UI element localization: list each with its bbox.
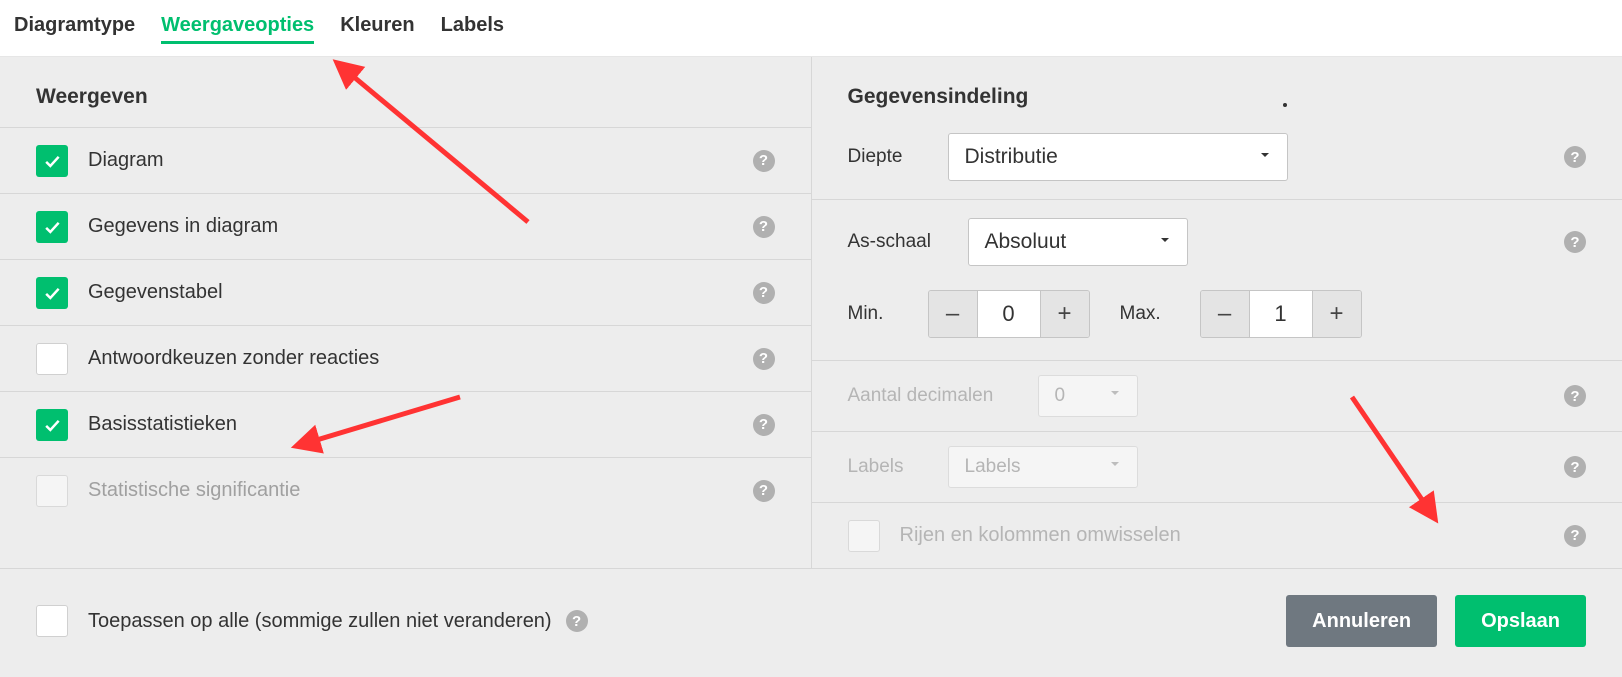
select-decimals: 0 — [1038, 375, 1138, 417]
cancel-button[interactable]: Annuleren — [1286, 595, 1437, 647]
row-axis-scale: As-schaal Absoluut ? Min. – 0 + Max. – 1 — [812, 199, 1622, 360]
select-decimals-value: 0 — [1055, 385, 1066, 407]
select-labels-value: Labels — [965, 456, 1021, 478]
label-answer-choices: Antwoordkeuzen zonder reacties — [88, 347, 379, 370]
label-labels: Labels — [848, 456, 948, 478]
tab-bar: Diagramtype Weergaveopties Kleuren Label… — [0, 0, 1622, 57]
min-decrement[interactable]: – — [929, 291, 977, 337]
help-icon[interactable]: ? — [753, 216, 775, 238]
dot-icon — [1283, 103, 1287, 107]
min-value[interactable]: 0 — [977, 291, 1041, 337]
min-increment[interactable]: + — [1041, 291, 1089, 337]
label-decimals: Aantal decimalen — [848, 385, 1038, 407]
select-axis-scale[interactable]: Absoluut — [968, 218, 1188, 266]
checkbox-data-table[interactable] — [36, 277, 68, 309]
chevron-down-icon — [1257, 145, 1273, 169]
checkbox-diagram[interactable] — [36, 145, 68, 177]
row-answer-choices: Antwoordkeuzen zonder reacties ? — [0, 325, 811, 391]
stepper-min: – 0 + — [928, 290, 1090, 338]
label-axis-scale: As-schaal — [848, 231, 968, 253]
tab-weergaveopties[interactable]: Weergaveopties — [161, 14, 314, 44]
tab-diagramtype[interactable]: Diagramtype — [14, 14, 135, 44]
help-icon[interactable]: ? — [753, 150, 775, 172]
checkbox-answer-choices[interactable] — [36, 343, 68, 375]
help-icon[interactable]: ? — [1564, 146, 1586, 168]
tab-labels[interactable]: Labels — [441, 14, 504, 44]
row-diagram: Diagram ? — [0, 127, 811, 193]
right-header: Gegevensindeling — [812, 57, 1622, 127]
help-icon[interactable]: ? — [753, 282, 775, 304]
help-icon[interactable]: ? — [753, 348, 775, 370]
row-labels-select: Labels Labels ? — [812, 431, 1622, 502]
checkbox-basic-stats[interactable] — [36, 409, 68, 441]
left-header: Weergeven — [0, 57, 811, 127]
label-diagram: Diagram — [88, 149, 164, 172]
row-data-table: Gegevenstabel ? — [0, 259, 811, 325]
checkbox-apply-all[interactable] — [36, 605, 68, 637]
select-labels: Labels — [948, 446, 1138, 488]
max-decrement[interactable]: – — [1201, 291, 1249, 337]
row-depth: Diepte Distributie ? — [812, 127, 1622, 199]
help-icon[interactable]: ? — [1564, 525, 1586, 547]
save-button[interactable]: Opslaan — [1455, 595, 1586, 647]
label-depth: Diepte — [848, 146, 948, 168]
checkbox-stat-significance — [36, 475, 68, 507]
checkbox-data-in-diagram[interactable] — [36, 211, 68, 243]
help-icon[interactable]: ? — [1564, 456, 1586, 478]
row-data-in-diagram: Gegevens in diagram ? — [0, 193, 811, 259]
label-swap: Rijen en kolommen omwisselen — [900, 524, 1181, 547]
right-panel: Gegevensindeling Diepte Distributie ? As… — [812, 57, 1622, 568]
help-icon[interactable]: ? — [566, 610, 588, 632]
select-axis-scale-value: Absoluut — [985, 230, 1067, 254]
chevron-down-icon — [1107, 456, 1123, 478]
stepper-max: – 1 + — [1200, 290, 1362, 338]
chevron-down-icon — [1107, 385, 1123, 407]
row-stat-significance: Statistische significantie ? — [0, 457, 811, 523]
max-increment[interactable]: + — [1313, 291, 1361, 337]
row-swap: Rijen en kolommen omwisselen ? — [812, 502, 1622, 568]
label-data-in-diagram: Gegevens in diagram — [88, 215, 278, 238]
label-apply-all: Toepassen op alle (sommige zullen niet v… — [88, 610, 552, 633]
label-data-table: Gegevenstabel — [88, 281, 223, 304]
select-depth[interactable]: Distributie — [948, 133, 1288, 181]
help-icon[interactable]: ? — [1564, 385, 1586, 407]
help-icon[interactable]: ? — [1564, 231, 1586, 253]
help-icon[interactable]: ? — [753, 414, 775, 436]
row-basic-stats: Basisstatistieken ? — [0, 391, 811, 457]
tab-kleuren[interactable]: Kleuren — [340, 14, 414, 44]
label-stat-significance: Statistische significantie — [88, 479, 300, 502]
footer: Toepassen op alle (sommige zullen niet v… — [0, 568, 1622, 677]
max-value[interactable]: 1 — [1249, 291, 1313, 337]
select-depth-value: Distributie — [965, 145, 1058, 169]
help-icon[interactable]: ? — [753, 480, 775, 502]
left-panel: Weergeven Diagram ? Gegevens in diagram … — [0, 57, 812, 568]
label-min: Min. — [848, 303, 908, 325]
checkbox-swap — [848, 520, 880, 552]
chevron-down-icon — [1157, 230, 1173, 254]
label-max: Max. — [1120, 303, 1180, 325]
label-basic-stats: Basisstatistieken — [88, 413, 237, 436]
row-decimals: Aantal decimalen 0 ? — [812, 360, 1622, 431]
